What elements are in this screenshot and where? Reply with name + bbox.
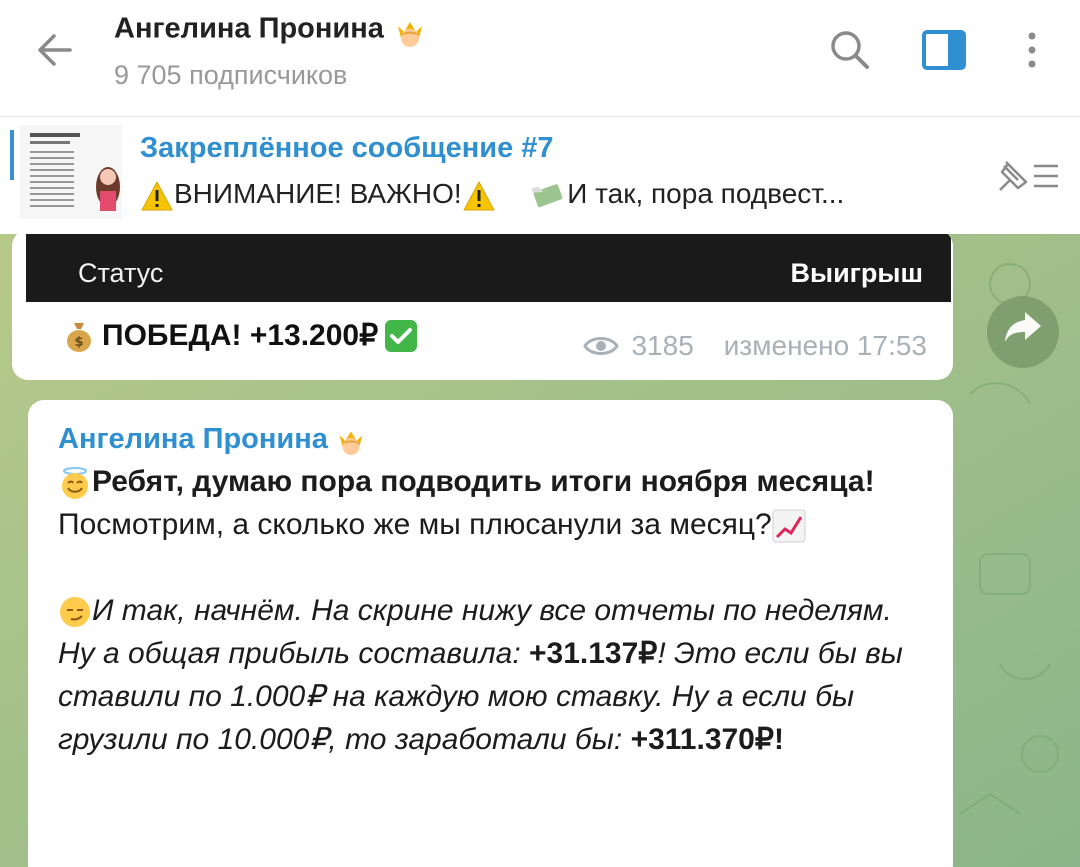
pinned-list-icon[interactable] <box>994 156 1062 196</box>
halo-smile-emoji-icon <box>62 467 88 500</box>
crown-emoji-icon <box>339 431 363 456</box>
crown-emoji-icon <box>397 22 422 47</box>
message-text: Ребят, думаю пора подводить итоги ноября… <box>58 465 903 756</box>
subscriber-count: 9 705 подписчиков <box>114 60 348 90</box>
table-header-bar: Статус Выигрыш <box>26 234 951 302</box>
pinned-thumbnail <box>20 125 122 219</box>
eye-icon <box>583 337 620 355</box>
message-meta: 3185 изменено 17:53 <box>583 330 927 362</box>
sidebar-toggle-icon[interactable] <box>920 26 968 74</box>
more-vert-icon[interactable] <box>1008 26 1056 74</box>
money-wings-emoji-icon <box>531 183 563 207</box>
result-line: $ ПОБЕДА! +13.200₽ <box>62 318 418 353</box>
forward-button[interactable] <box>987 296 1059 368</box>
search-icon[interactable] <box>826 26 874 74</box>
pinned-preview: ВНИМАНИЕ! ВАЖНО! И так, пора подвест... <box>140 178 844 212</box>
message-bubble[interactable]: Ангелина Пронина Ребят, думаю пора подво… <box>28 400 953 867</box>
channel-title[interactable]: Ангелина Пронина <box>114 12 428 48</box>
pinned-title: Закреплённое сообщение #7 <box>140 132 554 164</box>
message-author[interactable]: Ангелина Пронина <box>58 422 368 456</box>
status-column-header: Статус <box>78 258 164 288</box>
win-column-header: Выигрыш <box>790 258 923 288</box>
check-mark-emoji-icon <box>385 319 418 352</box>
back-arrow-icon[interactable] <box>30 26 78 74</box>
money-bag-emoji-icon: $ <box>67 322 91 352</box>
warning-emoji-icon <box>141 180 173 211</box>
smirk-emoji-icon <box>60 597 90 628</box>
svg-text:$: $ <box>74 335 83 350</box>
forward-icon <box>1005 312 1041 342</box>
edited-time: изменено 17:53 <box>723 330 927 361</box>
chat-header: Ангелина Пронина 9 705 подписчиков <box>0 0 1080 117</box>
chat-area: Статус Выигрыш $ ПОБЕДА! +13.200₽ 3185 и… <box>0 234 1080 867</box>
chart-increasing-emoji-icon <box>772 509 806 543</box>
message-bubble[interactable]: Статус Выигрыш $ ПОБЕДА! +13.200₽ 3185 и… <box>12 234 953 380</box>
pinned-indicator <box>10 130 14 180</box>
view-count: 3185 <box>631 330 694 361</box>
warning-emoji-icon <box>462 180 495 211</box>
